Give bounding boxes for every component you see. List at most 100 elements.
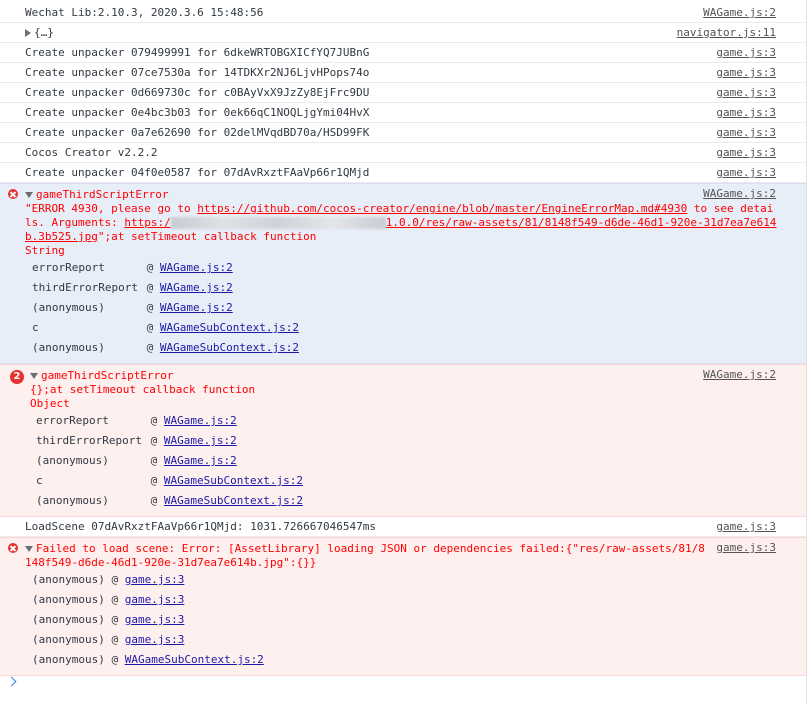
stack-function-name: (anonymous) [32, 633, 105, 646]
console-log-message: Cocos Creator v2.2.2 game.js:3 [0, 143, 806, 163]
stack-function-name: (anonymous) [32, 613, 105, 626]
stack-source-link[interactable]: game.js:3 [125, 593, 185, 606]
log-source-link[interactable]: navigator.js:11 [677, 23, 776, 43]
error-message[interactable]: Failed to load scene: Error: [AssetLibra… [25, 542, 706, 570]
stack-at-separator: @ [140, 261, 160, 274]
stack-frame: (anonymous) @ game.js:3 [32, 610, 184, 630]
stack-function-name: (anonymous) [32, 301, 105, 314]
stack-at-separator: @ [140, 281, 160, 294]
log-source-link[interactable]: game.js:3 [716, 63, 776, 83]
stack-at-separator: @ [140, 321, 160, 334]
console-error-message[interactable]: Failed to load scene: Error: [AssetLibra… [0, 537, 806, 676]
stack-at-separator: @ [144, 414, 164, 427]
log-source-link[interactable]: WAGame.js:2 [703, 3, 776, 23]
stack-source-link[interactable]: WAGame.js:2 [160, 261, 233, 274]
stack-frame: c @ WAGameSubContext.js:2 [32, 318, 299, 338]
error-x-icon [8, 543, 18, 553]
log-text: Create unpacker 079499991 for 6dkeWRTOBG… [25, 46, 370, 59]
stack-function-name: thirdErrorReport [36, 434, 142, 447]
stack-at-separator: @ [104, 593, 125, 606]
triangle-down-icon[interactable] [25, 192, 33, 198]
log-source-link[interactable]: game.js:3 [716, 143, 776, 163]
error-source-link[interactable]: game.js:3 [716, 539, 776, 557]
stack-source-link[interactable]: WAGame.js:2 [164, 454, 237, 467]
stack-source-link[interactable]: WAGameSubContext.js:2 [164, 494, 303, 507]
stack-source-link[interactable]: WAGame.js:2 [164, 434, 237, 447]
stack-source-link[interactable]: game.js:3 [125, 613, 185, 626]
log-text: Wechat Lib:2.10.3, 2020.3.6 15:48:56 [25, 6, 264, 19]
error-header[interactable]: gameThirdScriptError [25, 188, 168, 202]
triangle-down-icon[interactable] [30, 373, 38, 379]
console-log-message: Create unpacker 07ce7530a for 14TDKXr2NJ… [0, 63, 806, 83]
stack-function-name: (anonymous) [32, 573, 105, 586]
error-source-link[interactable]: WAGame.js:2 [703, 185, 776, 203]
redacted-region [170, 217, 386, 229]
error-title: gameThirdScriptError [41, 369, 174, 382]
stack-at-separator: @ [140, 341, 160, 354]
console-log-message: Create unpacker 079499991 for 6dkeWRTOBG… [0, 43, 806, 63]
stack-source-link[interactable]: WAGame.js:2 [164, 414, 237, 427]
stack-function-name: c [36, 474, 43, 487]
stack-function-name: thirdErrorReport [32, 281, 138, 294]
log-source-link[interactable]: game.js:3 [716, 517, 776, 537]
console-log-message: Create unpacker 0d669730c for c0BAyVxX9J… [0, 83, 806, 103]
stack-frame: (anonymous) @ game.js:3 [32, 590, 184, 610]
stack-frame: (anonymous) @ WAGameSubContext.js:2 [32, 338, 299, 358]
error-type: String [25, 244, 65, 257]
stack-source-link[interactable]: WAGame.js:2 [160, 281, 233, 294]
log-source-link[interactable]: game.js:3 [716, 43, 776, 63]
triangle-down-icon[interactable] [25, 546, 33, 552]
log-text: Create unpacker 0e4bc3b03 for 0ek66qC1NO… [25, 106, 370, 119]
stack-function-name: errorReport [32, 261, 105, 274]
stack-at-separator: @ [144, 434, 164, 447]
stack-at-separator: @ [104, 573, 125, 586]
stack-function-name: (anonymous) [32, 653, 105, 666]
console-log-message: Wechat Lib:2.10.3, 2020.3.6 15:48:56 WAGa… [0, 3, 806, 23]
console-error-message[interactable]: 2 gameThirdScriptError WAGame.js:2 {};at… [0, 364, 806, 517]
stack-at-separator: @ [144, 454, 164, 467]
log-text: Create unpacker 0a7e62690 for 02delMVqdB… [25, 126, 370, 139]
log-text: Create unpacker 04f0e0587 for 07dAvRxztF… [25, 166, 370, 179]
stack-at-separator: @ [104, 633, 125, 646]
stack-frame: c @ WAGameSubContext.js:2 [36, 471, 303, 491]
stack-frame: (anonymous) @ WAGame.js:2 [32, 298, 233, 318]
error-header[interactable]: gameThirdScriptError [30, 369, 173, 383]
console-panel: Wechat Lib:2.10.3, 2020.3.6 15:48:56 WAGa… [0, 0, 807, 704]
stack-function-name: (anonymous) [36, 454, 109, 467]
log-source-link[interactable]: game.js:3 [716, 163, 776, 183]
stack-source-link[interactable]: game.js:3 [125, 573, 185, 586]
error-source-link[interactable]: WAGame.js:2 [703, 366, 776, 384]
stack-at-separator: @ [140, 301, 160, 314]
stack-frame: thirdErrorReport @ WAGame.js:2 [32, 278, 233, 298]
log-text: Create unpacker 0d669730c for c0BAyVxX9J… [25, 86, 370, 99]
log-text: LoadScene 07dAvRxztFAaVp66r1QMjd: 1031.7… [25, 520, 376, 533]
console-log-message: Create unpacker 0e4bc3b03 for 0ek66qC1NO… [0, 103, 806, 123]
log-source-link[interactable]: game.js:3 [716, 123, 776, 143]
stack-function-name: errorReport [36, 414, 109, 427]
stack-source-link[interactable]: WAGameSubContext.js:2 [125, 653, 264, 666]
stack-source-link[interactable]: game.js:3 [125, 633, 185, 646]
error-message: "ERROR 4930, please go to https://github… [25, 202, 777, 243]
stack-frame: errorReport @ WAGame.js:2 [32, 258, 233, 278]
log-source-link[interactable]: game.js:3 [716, 103, 776, 123]
stack-source-link[interactable]: WAGame.js:2 [160, 301, 233, 314]
error-doc-link[interactable]: https://github.com/cocos-creator/engine/… [197, 202, 687, 215]
error-message: {};at setTimeout callback function [30, 383, 256, 396]
stack-source-link[interactable]: WAGameSubContext.js:2 [160, 341, 299, 354]
log-source-link[interactable]: game.js:3 [716, 83, 776, 103]
stack-source-link[interactable]: WAGameSubContext.js:2 [164, 474, 303, 487]
stack-function-name: (anonymous) [32, 341, 105, 354]
console-log-message[interactable]: {…} navigator.js:11 [0, 23, 806, 43]
stack-frame: (anonymous) @ WAGameSubContext.js:2 [36, 491, 303, 511]
console-log-message: LoadScene 07dAvRxztFAaVp66r1QMjd: 1031.7… [0, 517, 806, 537]
error-type: Object [30, 397, 70, 410]
stack-frame: (anonymous) @ game.js:3 [32, 630, 184, 650]
stack-source-link[interactable]: WAGameSubContext.js:2 [160, 321, 299, 334]
stack-function-name: c [32, 321, 39, 334]
triangle-right-icon[interactable] [25, 29, 31, 37]
chevron-right-icon[interactable] [6, 676, 17, 687]
stack-frame: errorReport @ WAGame.js:2 [36, 411, 237, 431]
error-title: gameThirdScriptError [36, 188, 169, 201]
stack-frame: (anonymous) @ WAGameSubContext.js:2 [32, 650, 264, 670]
console-error-message[interactable]: gameThirdScriptError WAGame.js:2 "ERROR … [0, 183, 806, 364]
